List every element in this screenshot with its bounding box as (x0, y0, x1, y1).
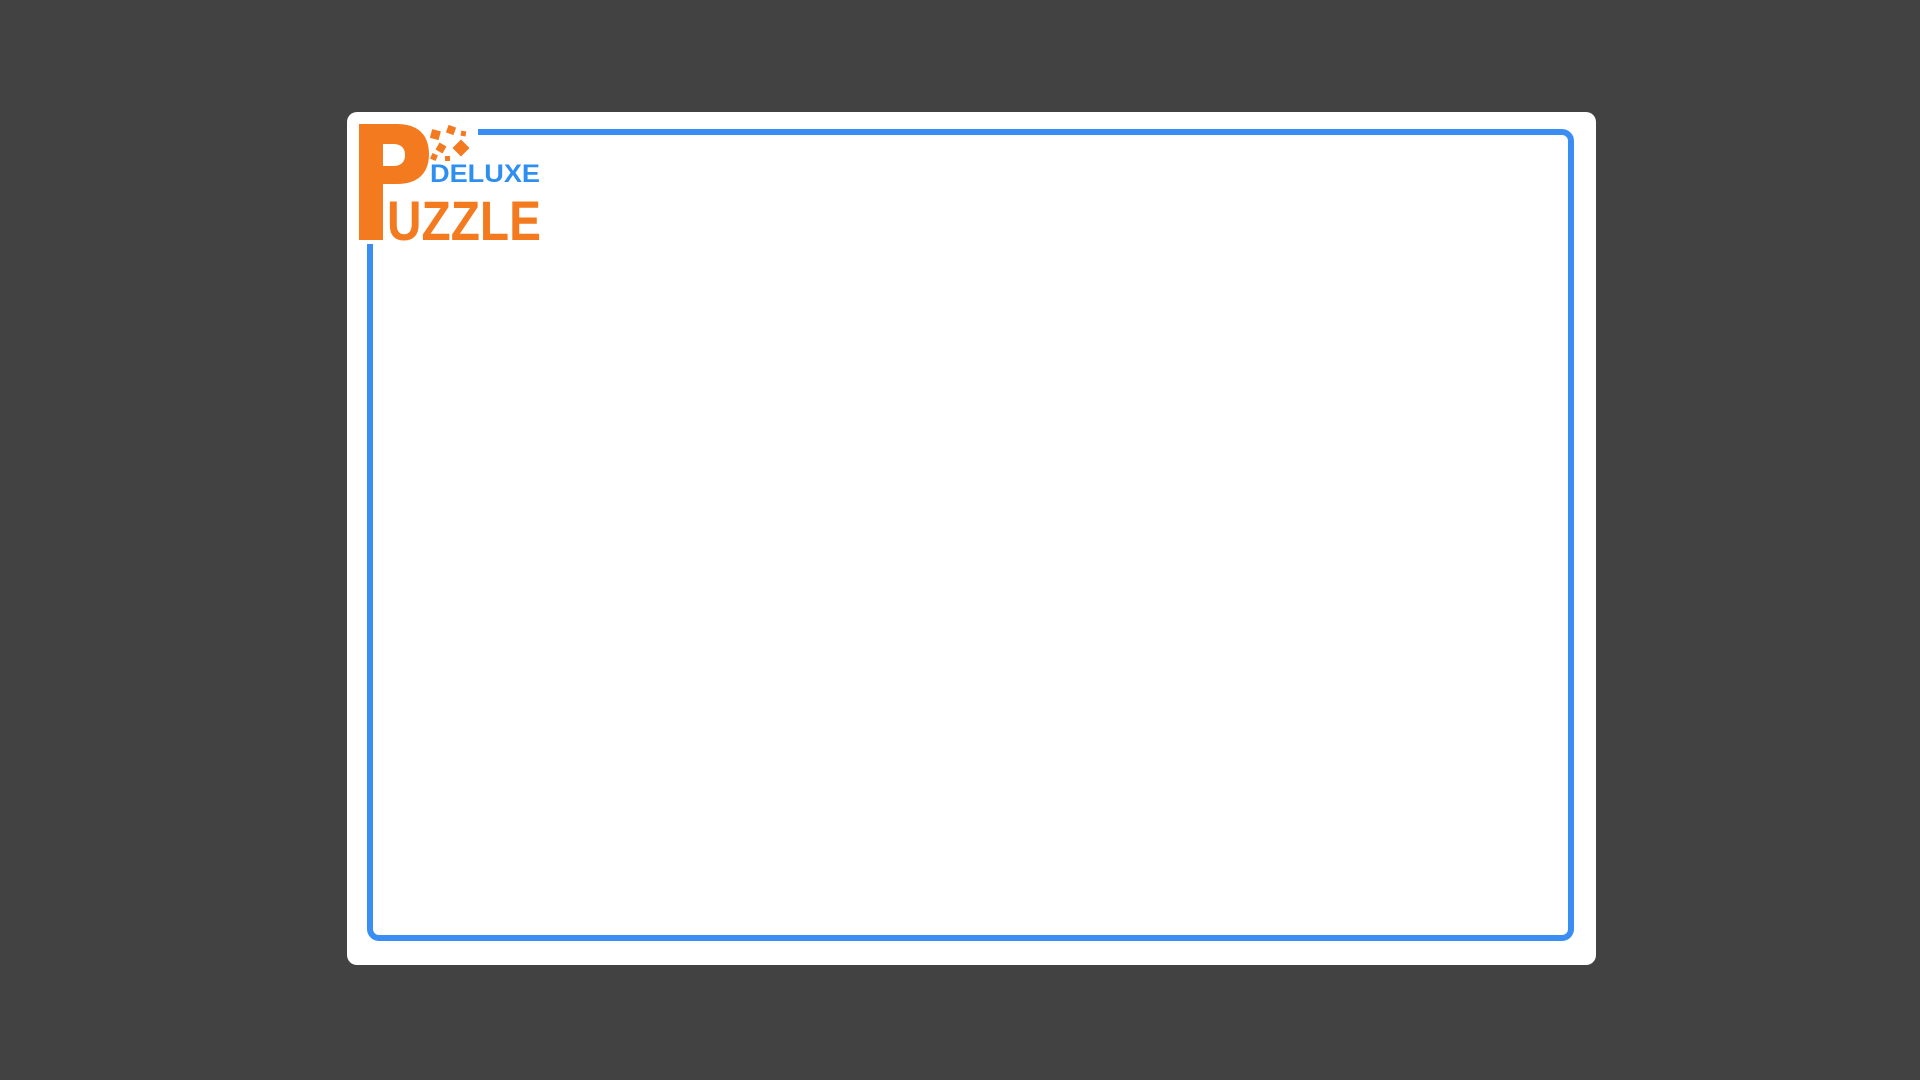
puzzle-deluxe-logo: DELUXE UZZLE (357, 122, 547, 247)
game-card: DELUXE UZZLE (347, 112, 1596, 965)
puzzle-pieces-icon (429, 124, 470, 161)
logo-uzzle-text: UZZLE (387, 189, 541, 247)
logo-deluxe-text: DELUXE (430, 160, 540, 188)
game-stage: DELUXE UZZLE (0, 0, 1920, 1080)
puzzle-board[interactable] (367, 129, 1574, 941)
